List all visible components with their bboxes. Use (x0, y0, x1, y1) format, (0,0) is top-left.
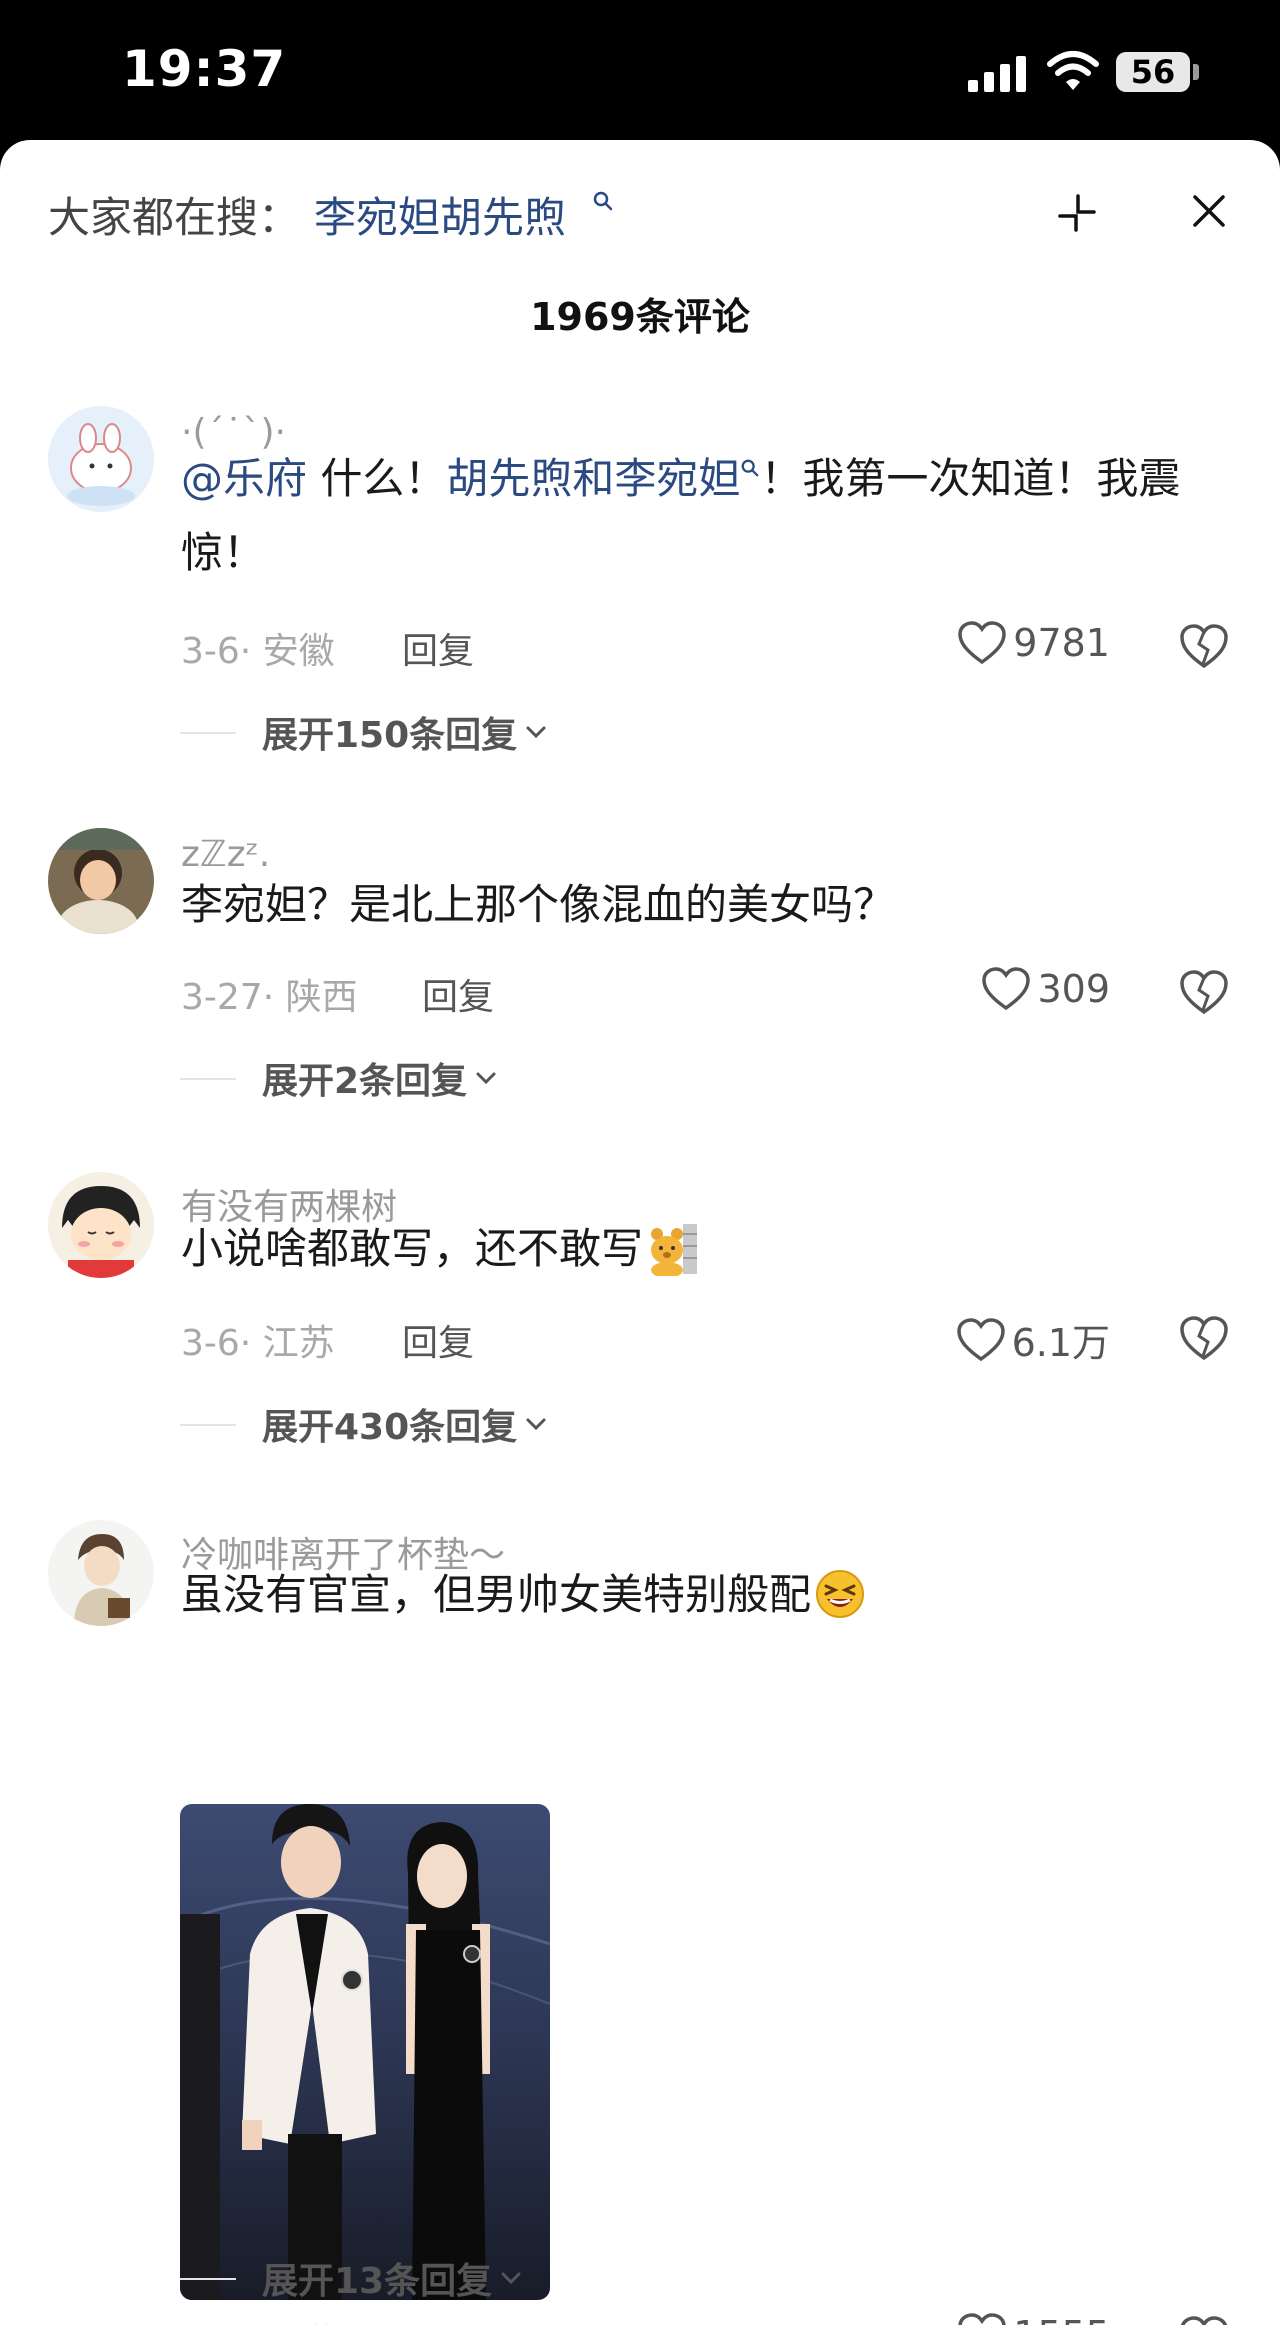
reply-button[interactable]: 回复 (422, 968, 494, 1020)
divider (180, 732, 236, 734)
comment-text: 小说啥都敢写，还不敢写 (181, 1212, 1241, 1286)
expand-replies-button[interactable]: 展开2条回复 (262, 1052, 497, 1104)
heart-outline-icon (982, 967, 1031, 1011)
close-icon[interactable] (1190, 192, 1228, 230)
like-button[interactable]: 6.1万 (956, 1312, 1110, 1367)
comment-date-location: 3-6· 安徽 (181, 2314, 335, 2325)
comment-date-location: 3-6· 江苏 (181, 1323, 335, 1364)
heart-outline-icon (958, 621, 1007, 665)
comment-text-part: 小说啥都敢写，还不敢写 (181, 1224, 644, 1273)
reply-button[interactable]: 回复 (402, 1314, 474, 1366)
like-button[interactable]: 1555 (957, 2312, 1110, 2325)
like-button[interactable]: 9781 (957, 620, 1110, 666)
bear-emoji-icon (651, 1223, 698, 1276)
comment-text: @乐府 什么！胡先煦和李宛妲 ！我第一次知道！我震惊！ (181, 442, 1241, 590)
divider (180, 2278, 236, 2280)
laughing-emoji-icon (816, 1569, 865, 1618)
like-count: 6.1万 (1011, 1321, 1110, 1365)
status-time: 19:37 (122, 40, 287, 98)
avatar[interactable] (48, 406, 154, 512)
chevron-down-icon (526, 726, 546, 739)
broken-heart-icon[interactable] (1178, 620, 1230, 672)
wifi-icon (1047, 51, 1099, 90)
reply-button[interactable]: 回复 (402, 622, 474, 674)
chevron-down-icon (476, 1072, 496, 1085)
search-suggestion-link[interactable]: 李宛妲胡先煦 (314, 184, 566, 245)
comment-date-location: 3-27· 陕西 (181, 977, 358, 1018)
avatar[interactable] (48, 1172, 154, 1278)
status-bar: 19:37 56 (0, 0, 1280, 142)
avatar[interactable] (48, 828, 154, 934)
expand-replies-button[interactable]: 展开13条回复 (262, 2252, 522, 2304)
heart-outline-icon (956, 1317, 1005, 1361)
divider (180, 1424, 236, 1426)
search-term-link[interactable]: 胡先煦和李宛妲 (446, 454, 740, 503)
heart-outline-icon (958, 2313, 1006, 2325)
battery-indicator: 56 (1116, 52, 1190, 92)
expand-replies-label: 展开150条回复 (262, 715, 518, 756)
expand-replies-button[interactable]: 展开150条回复 (262, 706, 547, 758)
signal-icon (968, 56, 1028, 92)
comment-text-part: 虽没有官宣，但男帅女美特别般配 (181, 1570, 812, 1619)
comment-text: 虽没有官宣，但男帅女美特别般配 (181, 1558, 1241, 1632)
avatar[interactable] (48, 1520, 154, 1626)
comment-count: 1969条评论 (530, 295, 750, 339)
comment-date-location: 3-6· 安徽 (181, 631, 335, 672)
chevron-down-icon (526, 1418, 546, 1431)
expand-replies-label: 展开2条回复 (262, 1061, 468, 1102)
broken-heart-icon[interactable] (1178, 2312, 1230, 2325)
reply-button[interactable]: 回复 (402, 2314, 474, 2325)
comment-photo[interactable] (180, 1804, 550, 2300)
broken-heart-icon[interactable] (1178, 1312, 1230, 1364)
broken-heart-icon[interactable] (1178, 966, 1230, 1018)
divider (180, 1078, 236, 1080)
like-count: 309 (1037, 967, 1110, 1011)
search-icon (741, 459, 759, 477)
like-count: 9781 (1013, 621, 1110, 665)
comment-text: 李宛妲？是北上那个像混血的美女吗？ (181, 880, 896, 929)
comment-text-part: 什么！ (307, 454, 447, 503)
like-count: 1555 (1013, 2313, 1110, 2325)
expand-replies-label: 展开430条回复 (262, 1407, 518, 1448)
search-icon (593, 191, 613, 211)
battery-tip (1193, 64, 1199, 80)
mention-link[interactable]: @乐府 (181, 454, 307, 503)
expand-replies-label: 展开13条回复 (262, 2261, 493, 2302)
chevron-down-icon (501, 2272, 521, 2285)
comment-sheet: 大家都在搜： 李宛妲胡先煦 1969条评论 ·(ˊ˙ˋ)· @乐府 什么！胡先煦… (0, 140, 1280, 2325)
search-prefix: 大家都在搜： (48, 193, 301, 242)
like-button[interactable]: 309 (981, 966, 1110, 1012)
collapse-icon[interactable] (1056, 192, 1098, 234)
expand-replies-button[interactable]: 展开430条回复 (262, 1398, 547, 1450)
